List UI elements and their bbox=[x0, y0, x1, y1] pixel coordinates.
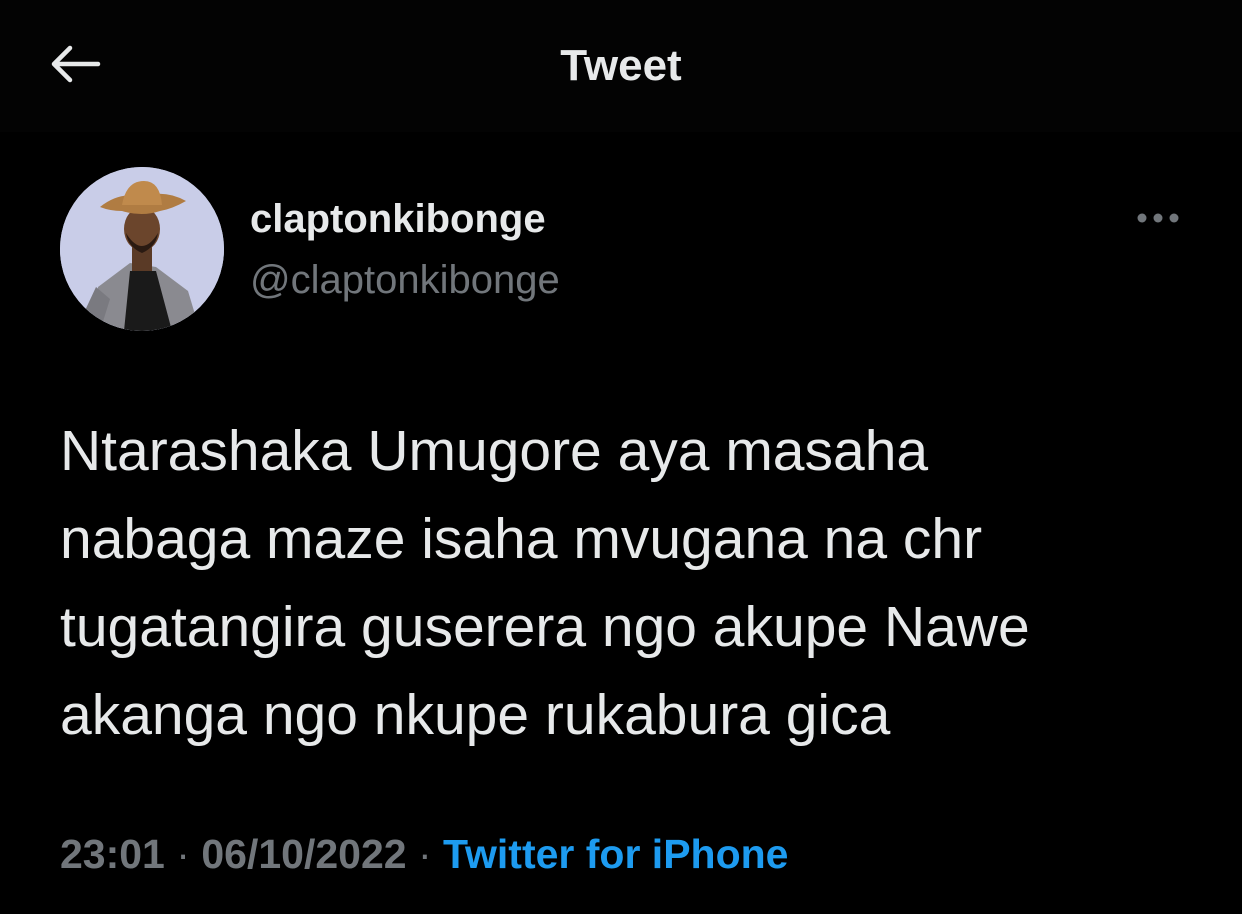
tweet-text: Ntarashaka Umugore aya masaha nabaga maz… bbox=[60, 419, 1030, 747]
author-display-name[interactable]: claptonkibonge bbox=[250, 195, 546, 243]
tweet-metadata: 23:01 · 06/10/2022 · Twitter for iPhone bbox=[60, 826, 788, 882]
separator: · bbox=[176, 831, 190, 877]
tweet-source-link[interactable]: Twitter for iPhone bbox=[443, 831, 788, 877]
page-title: Tweet bbox=[560, 41, 682, 90]
avatar[interactable] bbox=[60, 167, 224, 331]
separator: · bbox=[417, 831, 432, 877]
tweet-time[interactable]: 23:01 bbox=[60, 831, 165, 877]
author-handle[interactable]: @claptonkibonge bbox=[250, 256, 560, 304]
more-options-button[interactable] bbox=[1126, 202, 1190, 238]
more-horizontal-icon bbox=[1136, 211, 1180, 229]
tweet-date[interactable]: 06/10/2022 bbox=[201, 831, 406, 877]
